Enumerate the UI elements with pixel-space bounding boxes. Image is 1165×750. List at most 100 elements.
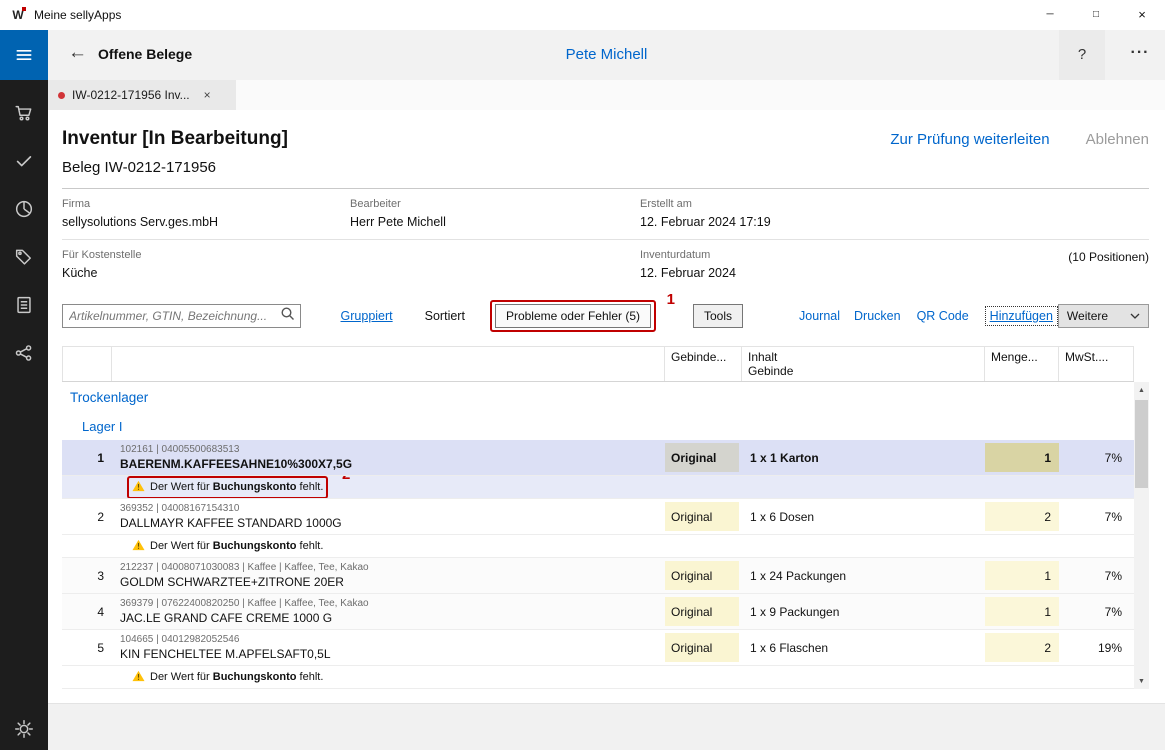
warning-triangle-icon [132, 670, 145, 685]
toolbar: Gruppiert Sortiert Probleme oder Fehler … [62, 302, 1149, 330]
warning-text: Der Wert für Buchungskonto fehlt. [150, 481, 323, 493]
article-meta: 104665 | 04012982052546 [120, 634, 665, 645]
gruppiert-toggle[interactable]: Gruppiert [341, 309, 393, 323]
col-header-menge[interactable]: Menge... [985, 347, 1059, 381]
cart-icon[interactable] [13, 102, 35, 124]
inhalt-cell: 1 x 6 Flaschen [742, 630, 985, 665]
col-header-gebinde[interactable]: Gebinde... [665, 347, 742, 381]
hamburger-menu-icon[interactable] [0, 30, 48, 80]
col-header-inhalt-gebinde[interactable]: InhaltGebinde [742, 347, 985, 381]
share-icon[interactable] [13, 342, 35, 364]
search-input[interactable] [63, 309, 280, 323]
more-options-icon[interactable]: ··· [1117, 30, 1163, 80]
unsaved-dot-icon [58, 92, 65, 99]
bearbeiter-label: Bearbeiter [350, 198, 640, 210]
row-warning: Der Wert für Buchungskonto fehlt. 2 [62, 476, 1134, 499]
app-window: W Meine sellyApps ─ □ × [0, 0, 1165, 750]
search-box[interactable] [62, 304, 301, 328]
maximize-button[interactable]: □ [1073, 0, 1119, 30]
page-title: Inventur [In Bearbeitung] [62, 128, 288, 150]
row-warning: Der Wert für Buchungskonto fehlt. [62, 666, 1134, 689]
article-name: GOLDM SCHWARZTEE+ZITRONE 20ER [120, 575, 665, 589]
settings-gear-icon[interactable] [13, 718, 35, 740]
pie-chart-icon[interactable] [13, 198, 35, 220]
field-row-2: Für Kostenstelle Küche Inventurdatum 12.… [62, 239, 1149, 290]
group-header-lager-i[interactable]: Lager I [62, 412, 1134, 440]
help-icon[interactable]: ? [1059, 30, 1105, 80]
menge-cell[interactable]: 2 [985, 633, 1059, 662]
hinzufuegen-link[interactable]: Hinzufügen [985, 306, 1058, 326]
table-row[interactable]: 2 369352 | 04008167154310 DALLMAYR KAFFE… [62, 499, 1134, 535]
tab-close-icon[interactable]: × [204, 88, 211, 102]
weitere-dropdown[interactable]: Weitere [1058, 304, 1149, 328]
window-title: Meine sellyApps [34, 8, 121, 22]
article-name: DALLMAYR KAFFEE STANDARD 1000G [120, 516, 665, 530]
reject-link[interactable]: Ablehnen [1086, 131, 1149, 148]
price-tag-icon[interactable] [13, 246, 35, 268]
header-user-name[interactable]: Pete Michell [566, 46, 648, 63]
annotation-marker-2: 2 [342, 476, 350, 483]
article-meta: 102161 | 04005500683513 [120, 444, 665, 455]
gebinde-cell[interactable]: Original [665, 502, 739, 531]
scroll-down-icon[interactable]: ▼ [1134, 673, 1149, 689]
journal-book-icon[interactable] [13, 294, 35, 316]
probleme-fehler-button[interactable]: Probleme oder Fehler (5) [495, 304, 651, 328]
gebinde-cell[interactable]: Original [665, 597, 739, 626]
inhalt-cell: 1 x 6 Dosen [742, 499, 985, 534]
inventurdatum-value: 12. Februar 2024 [640, 266, 1149, 280]
search-icon[interactable] [280, 306, 295, 326]
window-titlebar: W Meine sellyApps ─ □ × [0, 0, 1165, 30]
gebinde-cell[interactable]: Original [665, 443, 739, 472]
menge-cell[interactable]: 1 [985, 597, 1059, 626]
article-name: KIN FENCHELTEE M.APFELSAFT0,5L [120, 647, 665, 661]
annotation-marker-1: 1 [667, 291, 675, 308]
app-header: ← Offene Belege Pete Michell ? ··· [48, 30, 1165, 80]
tab-label: IW-0212-171956 Inv... [72, 88, 190, 102]
erstellt-am-label: Erstellt am [640, 198, 1149, 210]
table-row[interactable]: 3 212237 | 04008071030083 | Kaffee | Kaf… [62, 558, 1134, 594]
gebinde-cell[interactable]: Original [665, 561, 739, 590]
warning-triangle-icon [132, 480, 145, 495]
back-arrow-icon[interactable]: ← [68, 42, 87, 64]
main-content: Inventur [In Bearbeitung] Zur Prüfung we… [48, 110, 1165, 703]
inhalt-cell: 1 x 24 Packungen [742, 558, 985, 593]
col-header-number [62, 347, 112, 381]
table-row[interactable]: 5 104665 | 04012982052546 KIN FENCHELTEE… [62, 630, 1134, 666]
group-header-trockenlager[interactable]: Trockenlager [62, 382, 1134, 412]
sortiert-toggle[interactable]: Sortiert [425, 309, 465, 323]
chevron-down-icon [1130, 309, 1140, 323]
col-header-mwst[interactable]: MwSt.... [1059, 347, 1134, 381]
forward-for-review-link[interactable]: Zur Prüfung weiterleiten [890, 131, 1049, 148]
mwst-cell: 7% [1059, 499, 1134, 534]
article-name: BAERENM.KAFFEESAHNE10%300X7,5G [120, 457, 665, 471]
scrollbar-thumb[interactable] [1135, 400, 1148, 488]
journal-link[interactable]: Journal [799, 309, 840, 323]
close-button[interactable]: × [1119, 0, 1165, 30]
table-row[interactable]: 1 102161 | 04005500683513 BAERENM.KAFFEE… [62, 440, 1134, 476]
qr-code-link[interactable]: QR Code [917, 309, 969, 323]
article-name: JAC.LE GRAND CAFE CREME 1000 G [120, 611, 665, 625]
scroll-up-icon[interactable]: ▲ [1134, 382, 1149, 398]
menge-cell[interactable]: 2 [985, 502, 1059, 531]
scrollbar-track[interactable] [1134, 398, 1149, 673]
menge-cell[interactable]: 1 [985, 561, 1059, 590]
minimize-button[interactable]: ─ [1027, 0, 1073, 30]
drucken-link[interactable]: Drucken [854, 309, 901, 323]
erstellt-am-value: 12. Februar 2024 17:19 [640, 215, 1149, 229]
vertical-scrollbar[interactable]: ▲ ▼ [1134, 382, 1149, 689]
beleg-number: Beleg IW-0212-171956 [62, 159, 1149, 176]
tools-button[interactable]: Tools [693, 304, 743, 328]
gebinde-cell[interactable]: Original [665, 633, 739, 662]
row-warning: Der Wert für Buchungskonto fehlt. [62, 535, 1134, 558]
mwst-cell: 7% [1059, 558, 1134, 593]
table-row[interactable]: 4 369379 | 07622400820250 | Kaffee | Kaf… [62, 594, 1134, 630]
app-logo-icon: W [10, 7, 26, 23]
inhalt-cell: 1 x 1 Karton [742, 440, 985, 475]
table-header-row: Gebinde... InhaltGebinde Menge... MwSt..… [62, 346, 1134, 382]
checkmark-icon[interactable] [13, 150, 35, 172]
menge-cell[interactable]: 1 [985, 443, 1059, 472]
tab-inventur[interactable]: IW-0212-171956 Inv... × [48, 80, 236, 110]
weitere-label: Weitere [1067, 309, 1108, 323]
mwst-cell: 7% [1059, 440, 1134, 475]
warning-triangle-icon [132, 539, 145, 554]
